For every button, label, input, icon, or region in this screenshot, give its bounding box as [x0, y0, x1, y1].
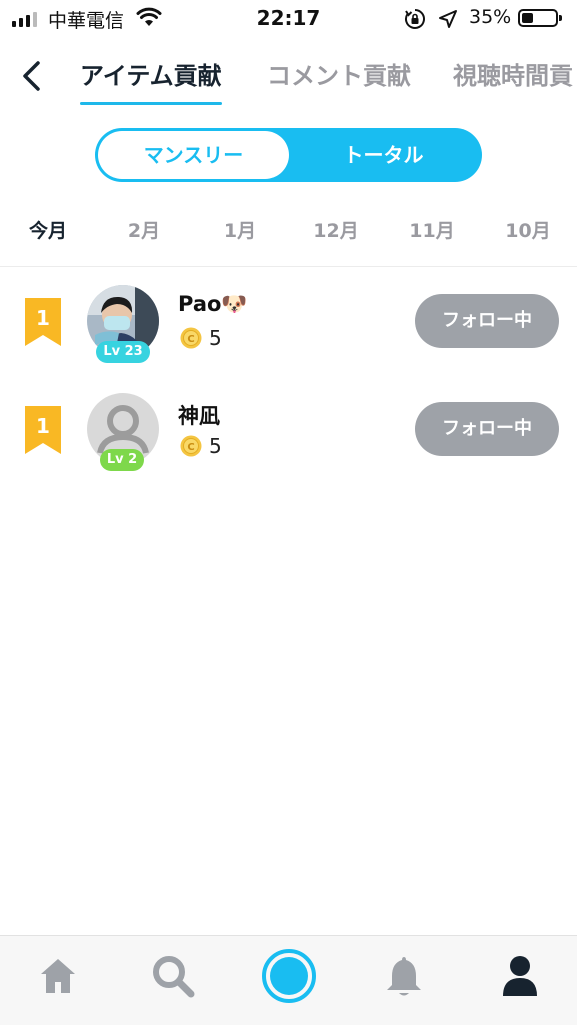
- bottom-nav-bar: [0, 935, 577, 1025]
- coin-icon: C: [180, 435, 202, 457]
- tab-item-contribution[interactable]: アイテム貢献: [80, 56, 222, 105]
- month-tab-feb[interactable]: 2月: [104, 216, 184, 243]
- battery-icon: [518, 9, 562, 27]
- coin-count: 5: [209, 326, 222, 350]
- rank-number: 1: [36, 414, 50, 438]
- rank-badge: 1: [25, 406, 61, 454]
- status-bar: 中華電信 22:17 35%: [0, 0, 577, 40]
- ranking-row: 1 Lv 23 Pao🐶 C 5 フォロー中: [0, 276, 577, 376]
- month-tab-dec[interactable]: 12月: [296, 216, 376, 243]
- month-tab-this-month[interactable]: 今月: [8, 216, 88, 243]
- following-button[interactable]: フォロー中: [415, 402, 559, 456]
- month-tabs: 今月 2月 1月 12月 11月 10月: [0, 216, 577, 248]
- level-badge: Lv 23: [96, 341, 150, 363]
- month-tab-nov[interactable]: 11月: [392, 216, 472, 243]
- location-arrow-icon: [439, 10, 457, 28]
- tab-comment-contribution[interactable]: コメント貢献: [267, 56, 411, 91]
- level-badge: Lv 2: [100, 449, 144, 471]
- nav-live-broadcast[interactable]: [231, 936, 346, 1025]
- rotation-lock-icon: [405, 9, 425, 29]
- total-segment[interactable]: トータル: [288, 131, 479, 179]
- back-button[interactable]: [14, 58, 50, 94]
- nav-home[interactable]: [0, 936, 115, 1025]
- monthly-segment[interactable]: マンスリー: [98, 131, 289, 179]
- nav-profile[interactable]: [462, 936, 577, 1025]
- battery-percent: 35%: [469, 6, 512, 28]
- month-tab-jan[interactable]: 1月: [200, 216, 280, 243]
- search-icon: [152, 956, 194, 998]
- following-button[interactable]: フォロー中: [415, 294, 559, 348]
- username[interactable]: Pao🐶: [178, 292, 248, 317]
- divider: [0, 266, 577, 267]
- period-segmented-control: マンスリー トータル: [95, 128, 482, 182]
- ranking-row: 1 Lv 2 神凪 C 5 フォロー中: [0, 384, 577, 484]
- coin-count: 5: [209, 434, 222, 458]
- profile-icon: [502, 956, 537, 997]
- svg-text:C: C: [187, 334, 194, 345]
- tab-viewing-time-contribution[interactable]: 視聴時間貢: [453, 56, 573, 91]
- username[interactable]: 神凪: [178, 400, 220, 430]
- rank-number: 1: [36, 306, 50, 330]
- month-tab-oct[interactable]: 10月: [488, 216, 568, 243]
- svg-text:C: C: [187, 442, 194, 453]
- nav-notifications[interactable]: [346, 936, 461, 1025]
- live-broadcast-icon: [261, 949, 316, 1004]
- coin-icon: C: [180, 327, 202, 349]
- home-icon: [40, 959, 75, 994]
- bell-icon: [386, 957, 421, 996]
- chevron-left-icon: [23, 61, 40, 91]
- nav-search[interactable]: [115, 936, 230, 1025]
- rank-badge: 1: [25, 298, 61, 346]
